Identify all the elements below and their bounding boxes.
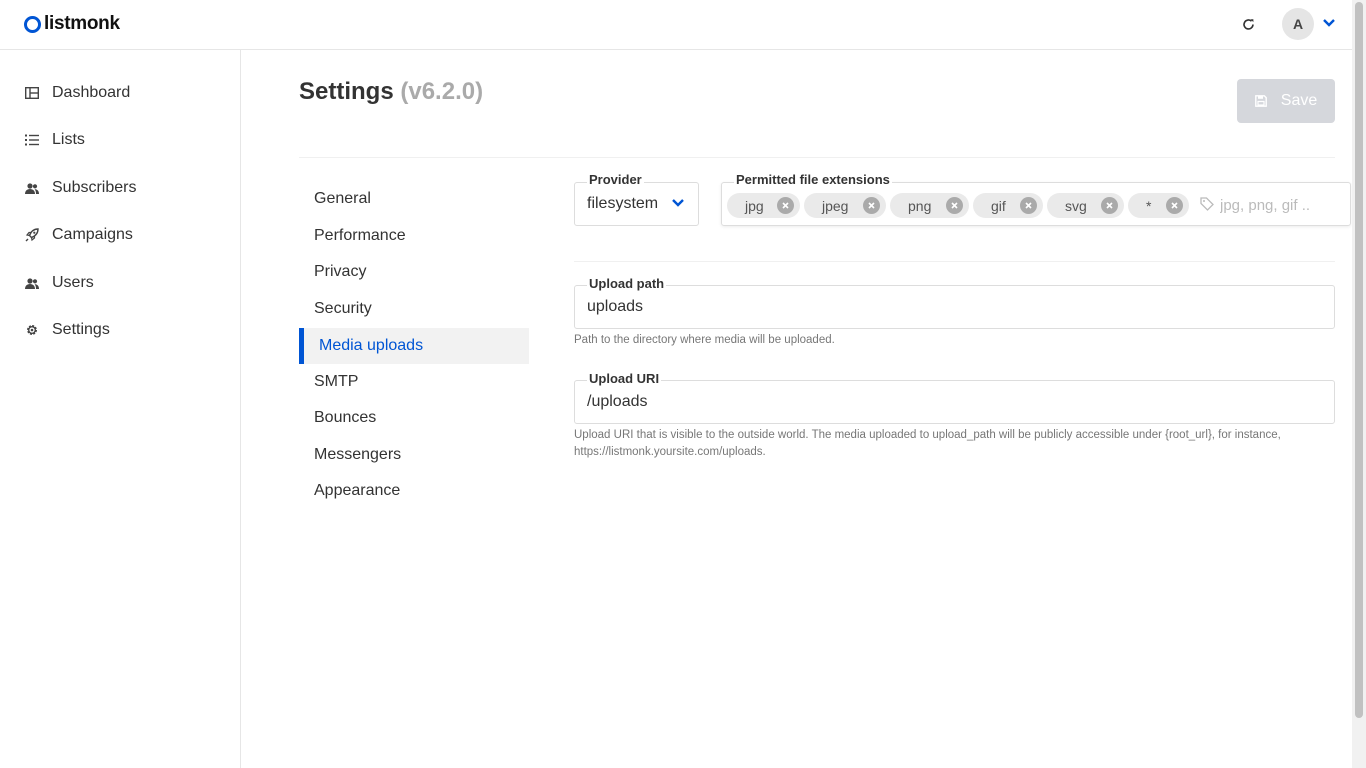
scrollbar-thumb[interactable]	[1355, 2, 1363, 718]
logo-text: listmonk	[44, 13, 120, 34]
logo[interactable]: listmonk	[24, 13, 120, 35]
save-button-label: Save	[1280, 92, 1318, 109]
sidebar-item-dashboard[interactable]: Dashboard	[24, 81, 130, 105]
divider	[299, 157, 1335, 158]
provider-label: Provider	[587, 172, 644, 187]
logo-ring-icon	[24, 15, 41, 33]
tag-svg: svg	[1047, 193, 1124, 218]
sidebar-item-label: Dashboard	[52, 84, 131, 101]
settings-tab-appearance[interactable]: Appearance	[299, 473, 529, 509]
sidebar-item-label: Campaigns	[52, 226, 133, 243]
settings-tab-privacy[interactable]: Privacy	[299, 254, 529, 290]
settings-panel: Settings (v6.2.0) Save General Performan…	[255, 50, 1352, 768]
sidebar: Dashboard Lists Subscribers Campaigns Us…	[0, 50, 241, 768]
tag-jpeg: jpeg	[804, 193, 886, 218]
list-icon	[24, 132, 40, 148]
save-button[interactable]: Save	[1237, 79, 1335, 123]
close-icon[interactable]	[863, 197, 880, 214]
close-icon[interactable]	[1020, 197, 1037, 214]
upload-path-label: Upload path	[587, 276, 667, 291]
sidebar-item-subscribers[interactable]: Subscribers	[24, 176, 136, 200]
sidebar-item-settings[interactable]: Settings	[24, 318, 110, 342]
avatar[interactable]: A	[1282, 8, 1314, 40]
floppy-disk-icon	[1254, 95, 1267, 107]
divider	[574, 261, 1335, 262]
upload-path-help: Path to the directory where media will b…	[574, 334, 835, 346]
file-extensions-input[interactable]: jpg jpeg png gif svg *	[721, 182, 1351, 226]
upload-uri-input[interactable]: /uploads	[574, 380, 1335, 424]
rocket-icon	[24, 227, 40, 243]
refresh-icon[interactable]	[1239, 15, 1257, 33]
dashboard-icon	[24, 85, 40, 101]
gear-icon	[24, 322, 40, 338]
chevron-down-icon	[672, 198, 684, 207]
close-icon[interactable]	[1101, 197, 1118, 214]
settings-tab-messengers[interactable]: Messengers	[299, 437, 529, 473]
settings-tab-security[interactable]: Security	[299, 291, 529, 327]
upload-path-input[interactable]: uploads	[574, 285, 1335, 329]
chevron-down-icon[interactable]	[1321, 14, 1337, 30]
scrollbar[interactable]	[1352, 0, 1366, 768]
top-bar: listmonk A	[0, 0, 1352, 50]
tag-jpg: jpg	[727, 193, 800, 218]
upload-uri-label: Upload URI	[587, 371, 662, 386]
sidebar-item-lists[interactable]: Lists	[24, 128, 85, 152]
settings-tab-bounces[interactable]: Bounces	[299, 400, 529, 436]
tag-wildcard: *	[1128, 193, 1189, 218]
close-icon[interactable]	[946, 197, 963, 214]
main-content: Settings (v6.2.0) Save General Performan…	[241, 50, 1352, 768]
provider-select[interactable]: filesystem	[574, 182, 699, 226]
page-title: Settings (v6.2.0)	[299, 78, 483, 106]
page-title-text: Settings	[299, 78, 394, 105]
sidebar-item-label: Lists	[52, 131, 85, 148]
tag-png: png	[890, 193, 969, 218]
settings-tab-media-uploads[interactable]: Media uploads	[299, 328, 529, 364]
settings-tab-general[interactable]: General	[299, 181, 529, 217]
sidebar-item-label: Subscribers	[52, 179, 137, 196]
close-icon[interactable]	[1166, 197, 1183, 214]
extensions-text-input[interactable]	[1202, 193, 1337, 218]
close-icon[interactable]	[777, 197, 794, 214]
settings-tab-performance[interactable]: Performance	[299, 218, 529, 254]
version-label: (v6.2.0)	[400, 78, 484, 105]
sidebar-item-campaigns[interactable]: Campaigns	[24, 223, 133, 247]
provider-value: filesystem	[587, 195, 659, 212]
sidebar-item-label: Users	[52, 274, 94, 291]
sidebar-item-users[interactable]: Users	[24, 271, 94, 295]
sidebar-item-label: Settings	[52, 321, 110, 338]
users-icon	[24, 180, 40, 196]
users-icon	[24, 275, 40, 291]
tag-gif: gif	[973, 193, 1043, 218]
extensions-label: Permitted file extensions	[734, 172, 892, 187]
settings-tab-smtp[interactable]: SMTP	[299, 364, 529, 400]
upload-uri-help: Upload URI that is visible to the outsid…	[574, 429, 1281, 458]
